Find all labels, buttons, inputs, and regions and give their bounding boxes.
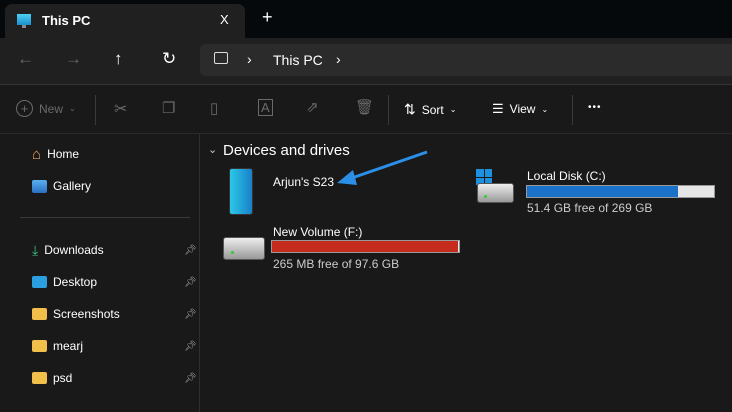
chevron-right-icon: ›	[247, 51, 252, 67]
sidebar-item-gallery[interactable]: Gallery	[32, 176, 91, 196]
chevron-down-icon[interactable]: ⌄	[208, 143, 217, 156]
cut-icon[interactable]: ✂	[114, 99, 127, 119]
view-button[interactable]: ☰ View ⌄	[492, 101, 548, 117]
up-icon[interactable]: ↑	[114, 49, 123, 69]
share-icon[interactable]: ⇗	[306, 98, 319, 116]
divider	[572, 95, 573, 125]
copy-icon[interactable]: ❐	[162, 99, 175, 117]
sort-button[interactable]: ⇅ Sort ⌄	[404, 101, 456, 118]
more-options-button[interactable]: •••	[588, 102, 602, 113]
drive-free-space: 265 MB free of 97.6 GB	[273, 257, 400, 271]
new-label: New	[39, 101, 64, 116]
rename-icon[interactable]: A	[258, 99, 273, 116]
plus-icon: +	[16, 100, 33, 117]
sort-label: Sort	[421, 102, 444, 117]
sidebar-item-downloads[interactable]: ⤓ Downloads	[32, 240, 104, 260]
sidebar-item-home[interactable]: ⌂ Home	[32, 144, 79, 164]
paste-icon[interactable]: ▯	[210, 99, 218, 117]
sidebar-item-psd[interactable]: psd	[32, 368, 72, 388]
divider	[388, 95, 389, 125]
sidebar-item-label: psd	[53, 371, 73, 385]
desktop-icon	[32, 276, 47, 288]
pc-icon	[214, 52, 228, 64]
drive-icon	[223, 237, 265, 260]
drive-name[interactable]: New Volume (F:)	[273, 225, 362, 239]
gallery-icon	[32, 179, 47, 193]
sidebar-item-mearj[interactable]: mearj	[32, 336, 83, 356]
folder-icon	[32, 308, 47, 320]
folder-icon	[32, 372, 47, 384]
view-icon: ☰	[492, 101, 504, 116]
navigation-pane	[0, 134, 200, 412]
tab-this-pc[interactable]: This PC X	[5, 4, 245, 38]
tab-title: This PC	[42, 13, 91, 28]
sidebar-item-label: Desktop	[53, 275, 98, 289]
sort-icon: ⇅	[404, 101, 416, 117]
sidebar-item-label: mearj	[53, 339, 84, 353]
divider	[20, 217, 190, 218]
forward-icon[interactable]: →	[65, 49, 82, 69]
drive-usage-bar-f	[271, 240, 460, 253]
divider	[95, 95, 96, 125]
new-button[interactable]: + New ⌄	[16, 100, 76, 117]
drive-free-space: 51.4 GB free of 269 GB	[527, 201, 653, 215]
pin-icon[interactable]: 📌︎	[184, 309, 197, 320]
delete-icon[interactable]: 🗑︎	[355, 98, 374, 116]
home-icon: ⌂	[32, 145, 42, 163]
close-tab-button[interactable]: X	[220, 12, 229, 27]
drive-usage-fill	[272, 241, 459, 252]
pin-icon[interactable]: 📌︎	[184, 341, 197, 352]
sidebar-item-label: Screenshots	[53, 307, 120, 321]
sidebar-item-screenshots[interactable]: Screenshots	[32, 304, 120, 324]
breadcrumb-this-pc[interactable]: This PC	[273, 52, 323, 68]
pin-icon[interactable]: 📌︎	[184, 277, 197, 288]
monitor-stand	[22, 25, 26, 28]
sidebar-item-label: Home	[47, 147, 80, 161]
phone-icon	[229, 168, 253, 215]
pin-icon[interactable]: 📌︎	[184, 373, 197, 384]
drive-icon	[477, 183, 514, 203]
drive-name[interactable]: Local Disk (C:)	[527, 169, 606, 183]
drive-usage-fill	[527, 186, 679, 197]
device-name[interactable]: Arjun's S23	[273, 175, 334, 189]
sidebar-item-label: Gallery	[53, 179, 92, 193]
address-bar[interactable]: › This PC ›	[200, 44, 732, 76]
sidebar-item-label: Downloads	[44, 243, 104, 257]
chevron-right-icon[interactable]: ›	[336, 51, 341, 67]
refresh-icon[interactable]: ↻	[162, 49, 176, 69]
this-pc-icon	[17, 14, 31, 25]
annotation-arrow	[337, 150, 428, 185]
back-icon[interactable]: ←	[17, 49, 34, 69]
section-header[interactable]: Devices and drives	[223, 142, 350, 159]
folder-icon	[32, 340, 47, 352]
new-tab-button[interactable]: +	[262, 7, 273, 28]
pin-icon[interactable]: 📌︎	[184, 245, 197, 256]
view-label: View	[509, 102, 536, 116]
drive-usage-bar-c	[526, 185, 715, 198]
sidebar-item-desktop[interactable]: Desktop	[32, 272, 97, 292]
download-icon: ⤓	[32, 241, 39, 258]
